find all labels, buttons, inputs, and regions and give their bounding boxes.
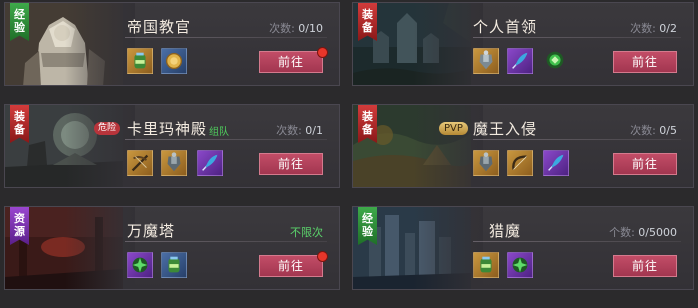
tag-equipment: 装备 [358,3,377,41]
go-button[interactable]: 前往 [613,153,677,175]
count-text: 次数: 0/5 [630,124,677,137]
gold-coin-icon[interactable] [161,48,187,74]
armor-icon[interactable] [473,150,499,176]
count-text: 次数: 0/2 [630,22,677,35]
green-gem-icon[interactable] [127,252,153,278]
card-title: 万魔塔 [127,222,176,240]
card-imperial-instructor: 经验 帝国教官 次数: 0/10 前往 [4,2,340,86]
divider [473,139,681,140]
danger-badge: 危险 [94,122,121,135]
divider [473,241,681,242]
divider [125,241,327,242]
card-kalima-temple: 装备 危险 卡里玛神殿 组队 次数: 0/1 前往 [4,104,340,188]
notification-dot [317,47,328,58]
divider [125,37,327,38]
count-text: 不限次 [290,226,323,239]
armor-icon[interactable] [473,48,499,74]
art-fade [65,207,135,289]
green-gem-icon[interactable] [507,252,533,278]
art-fade [65,105,135,187]
go-button[interactable]: 前往 [259,255,323,277]
card-title: 猎魔 [489,222,522,240]
card-title: 魔王入侵 [473,120,538,138]
count-text: 个数: 0/5000 [609,226,677,239]
card-personal-boss: 装备 个人首领 次数: 0/2 前往 [352,2,694,86]
crossbow-icon[interactable] [127,150,153,176]
tag-equipment: 装备 [10,105,29,143]
count-text: 次数: 0/1 [276,124,323,137]
bow-icon[interactable] [507,150,533,176]
tag-exp: 经验 [358,207,377,245]
exp-potion-icon[interactable] [127,48,153,74]
tag-equipment: 装备 [358,105,377,143]
divider [473,37,681,38]
tag-exp: 经验 [10,3,29,41]
green-gem-icon[interactable] [543,48,569,74]
art-fade [65,3,135,85]
card-demon-king-invasion: 装备 PVP 魔王入侵 次数: 0/5 前往 [352,104,694,188]
feather-icon[interactable] [197,150,223,176]
tag-resource: 资源 [10,207,29,245]
card-title: 卡里玛神殿 [127,120,208,138]
go-button[interactable]: 前往 [613,255,677,277]
go-button[interactable]: 前往 [259,51,323,73]
feather-icon[interactable] [543,150,569,176]
go-button[interactable]: 前往 [259,153,323,175]
count-text: 次数: 0/10 [269,22,323,35]
team-badge: 组队 [209,127,229,138]
divider [125,139,327,140]
card-demon-tower: 资源 万魔塔 不限次 前往 [4,206,340,290]
notification-dot [317,251,328,262]
go-button[interactable]: 前往 [613,51,677,73]
exp-potion-icon[interactable] [473,252,499,278]
pvp-badge: PVP [439,122,468,135]
exp-potion-icon[interactable] [161,252,187,278]
card-demon-hunt: 经验 猎魔 个数: 0/5000 前往 [352,206,694,290]
card-title: 帝国教官 [127,18,192,36]
feather-icon[interactable] [507,48,533,74]
card-title: 个人首领 [473,18,538,36]
armor-icon[interactable] [161,150,187,176]
